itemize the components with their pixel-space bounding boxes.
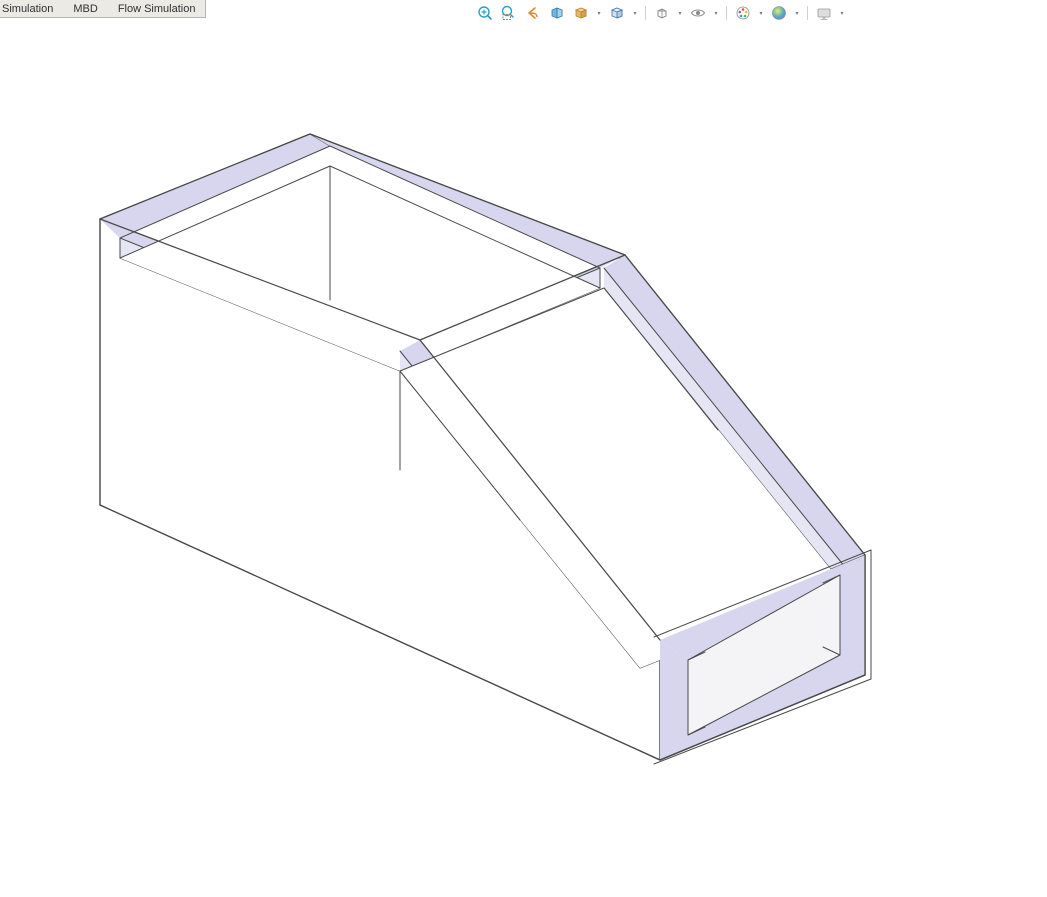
zoom-to-area-icon[interactable] — [499, 3, 519, 23]
eye-visibility-icon[interactable] — [688, 3, 708, 23]
tab-flow-simulation[interactable]: Flow Simulation — [108, 0, 207, 18]
apply-scene-icon[interactable] — [769, 3, 789, 23]
tab-mbd[interactable]: MBD — [63, 0, 108, 18]
dropdown-arrow-icon[interactable]: ▾ — [757, 4, 765, 22]
hide-show-items-icon[interactable] — [652, 3, 672, 23]
edit-appearance-icon[interactable] — [733, 3, 753, 23]
tab-simulation[interactable]: Simulation — [0, 0, 64, 18]
toolbar-separator — [726, 6, 727, 20]
toolbar-separator — [645, 6, 646, 20]
dropdown-arrow-icon[interactable]: ▾ — [793, 4, 801, 22]
dropdown-arrow-icon[interactable]: ▾ — [838, 4, 846, 22]
heads-up-view-toolbar: ▾ ▾ ▾ ▾ ▾ — [475, 2, 846, 24]
previous-view-icon[interactable] — [523, 3, 543, 23]
graphics-viewport[interactable]: .edge { stroke:#4a4a4a; stroke-width:1.2… — [0, 0, 1047, 897]
view-orientation-icon[interactable] — [571, 3, 591, 23]
section-view-icon[interactable] — [547, 3, 567, 23]
dropdown-arrow-icon[interactable]: ▾ — [676, 4, 684, 22]
dropdown-arrow-icon[interactable]: ▾ — [631, 4, 639, 22]
dropdown-arrow-icon[interactable]: ▾ — [595, 4, 603, 22]
command-manager-tabs: Simulation MBD Flow Simulation — [0, 0, 206, 20]
display-style-icon[interactable] — [607, 3, 627, 23]
view-settings-icon[interactable] — [814, 3, 834, 23]
dropdown-arrow-icon[interactable]: ▾ — [712, 4, 720, 22]
toolbar-separator — [807, 6, 808, 20]
zoom-to-fit-icon[interactable] — [475, 3, 495, 23]
